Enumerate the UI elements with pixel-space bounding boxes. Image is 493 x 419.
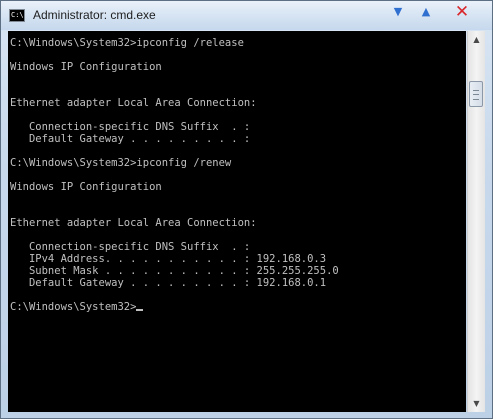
maximize-button[interactable]: ▲ [415, 3, 437, 21]
console-line: Windows IP Configuration [10, 61, 162, 73]
console-line: Windows IP Configuration [10, 181, 162, 193]
console-line: Default Gateway . . . . . . . . . : [10, 133, 251, 145]
title-bar[interactable]: C:\ Administrator: cmd.exe ▼ ▲ ✕ [1, 1, 492, 30]
console-line: C:\Windows\System32> [10, 301, 466, 313]
window-title: Administrator: cmd.exe [33, 8, 156, 22]
console-output[interactable]: C:\Windows\System32>ipconfig /release Win… [8, 31, 466, 412]
scroll-up-button[interactable]: ▲ [468, 31, 485, 48]
console-line: Ethernet adapter Local Area Connection: [10, 97, 257, 109]
scroll-thumb[interactable] [469, 81, 483, 107]
console-line: C:\Windows\System32>ipconfig /renew [10, 157, 232, 169]
resize-grip[interactable] [467, 412, 485, 418]
minimize-button[interactable]: ▼ [387, 3, 409, 21]
cmd-app-icon[interactable]: C:\ [9, 9, 25, 22]
text-cursor [136, 309, 144, 311]
console-line: Connection-specific DNS Suffix . : [10, 121, 251, 133]
console-line: C:\Windows\System32>ipconfig /release [10, 37, 244, 49]
grip-icon [473, 90, 479, 100]
console-line: Connection-specific DNS Suffix . : [10, 241, 251, 253]
console-line: Default Gateway . . . . . . . . . : 192.… [10, 277, 327, 289]
console-text: C:\Windows\System32>ipconfig /release Win… [8, 31, 466, 313]
cmd-window: C:\ Administrator: cmd.exe ▼ ▲ ✕ C:\Wind… [0, 0, 493, 419]
scroll-down-button[interactable]: ▼ [468, 395, 485, 412]
console-line: Subnet Mask . . . . . . . . . . . : 255.… [10, 265, 339, 277]
console-line: IPv4 Address. . . . . . . . . . . : 192.… [10, 253, 327, 265]
console-line: Ethernet adapter Local Area Connection: [10, 217, 257, 229]
vertical-scrollbar[interactable]: ▲ ▼ [467, 31, 485, 412]
close-button[interactable]: ✕ [449, 3, 475, 21]
